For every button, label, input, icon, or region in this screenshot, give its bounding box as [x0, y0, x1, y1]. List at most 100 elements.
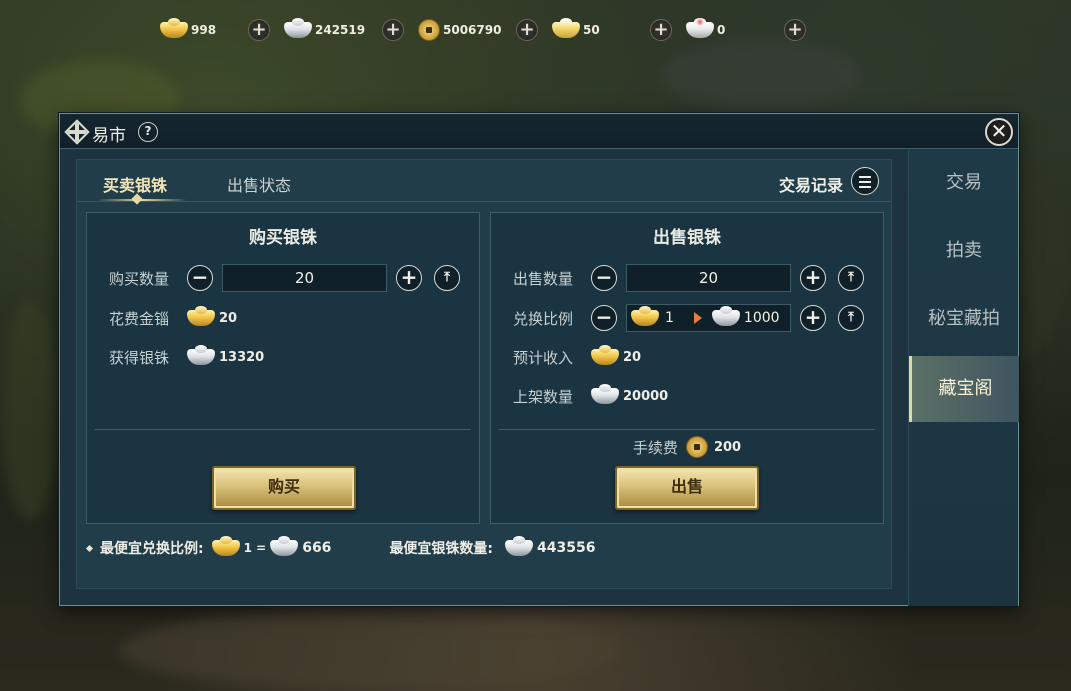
- top-tab-row: 买卖银铢 出售状态 交易记录: [77, 160, 891, 205]
- currency-copper-coin: 5006790 +: [418, 14, 546, 46]
- special-ingot-amount: 0: [717, 23, 726, 37]
- copper-coin-icon: [418, 19, 440, 41]
- sell-income-label: 预计收入: [513, 348, 574, 367]
- best-ratio-label: 最便宜兑换比例:: [100, 541, 204, 557]
- trade-log-link[interactable]: 交易记录: [779, 172, 843, 196]
- copper-coin-amount: 5006790: [443, 23, 502, 37]
- background-rock: [660, 40, 860, 110]
- sell-income-value-group: 20: [591, 345, 642, 365]
- sell-panel-divider: [499, 429, 875, 430]
- sell-panel-title: 出售银铢: [653, 228, 721, 248]
- add-special-ingot-button[interactable]: +: [784, 19, 806, 41]
- silver-ingot-icon: [505, 536, 534, 556]
- sell-ratio-row: 兑换比例 − 1 1000 + ⤒: [513, 303, 864, 333]
- gold-ingot-icon: [160, 18, 188, 38]
- gold-ingot-icon: [211, 536, 240, 556]
- market-window: 易市 ? ✕ 交易 拍卖 秘宝藏拍 藏宝阁 买卖银铢 出售状态 交易记录 购买银…: [59, 113, 1019, 606]
- trade-log-menu-icon[interactable]: [851, 167, 879, 195]
- buy-gain-value-group: 13320: [187, 345, 265, 365]
- window-title: 易市: [92, 126, 126, 146]
- silver-ingot-amount: 242519: [315, 23, 366, 37]
- add-gold-silver-ingot-button[interactable]: +: [650, 19, 672, 41]
- background-foliage-left: [0, 300, 60, 520]
- window-header: 易市 ? ✕: [60, 114, 1018, 149]
- buy-panel: 购买银铢 购买数量 − 20 + ⤒ 花费金锱 20 获得银铢 13320 购买: [86, 212, 480, 524]
- buy-button[interactable]: 购买: [212, 466, 356, 510]
- gold-silver-ingot-amount: 50: [583, 23, 600, 37]
- sell-income-value: 20: [623, 349, 642, 365]
- cheapest-qty-label: 最便宜银铢数量:: [389, 541, 494, 557]
- buy-gain-row: 获得银铢 13320: [109, 342, 264, 372]
- side-tab-bar: 交易 拍卖 秘宝藏拍 藏宝阁: [908, 150, 1019, 606]
- side-tab-trade[interactable]: 交易: [909, 150, 1019, 216]
- buy-quantity-row: 购买数量 − 20 + ⤒: [109, 263, 460, 293]
- sell-quantity-input[interactable]: 20: [626, 264, 791, 292]
- currency-special-ingot: 0 +: [686, 14, 814, 46]
- content-area: 买卖银铢 出售状态 交易记录 购买银铢 购买数量 − 20 + ⤒ 花费金锱 2…: [76, 159, 892, 589]
- buy-gain-label: 获得银铢: [109, 348, 170, 367]
- gold-ingot-icon: [631, 306, 659, 326]
- add-gold-ingot-button[interactable]: +: [248, 19, 270, 41]
- buy-gain-value: 13320: [219, 349, 265, 365]
- currency-gold-silver-ingot: 50 +: [552, 14, 680, 46]
- bullet-icon: [85, 544, 94, 552]
- best-ratio-gold: 1 =: [243, 541, 267, 555]
- silver-ingot-icon: [591, 384, 619, 404]
- silver-ingot-icon: [187, 345, 215, 365]
- buy-cost-row: 花费金锱 20: [109, 303, 237, 333]
- currency-gold-ingot: 998 +: [160, 14, 278, 46]
- side-tab-treasure-pavilion[interactable]: 藏宝阁: [909, 356, 1019, 422]
- add-silver-ingot-button[interactable]: +: [382, 19, 404, 41]
- sell-quantity-row: 出售数量 − 20 + ⤒: [513, 263, 864, 293]
- sell-quantity-label: 出售数量: [513, 269, 574, 288]
- buy-cost-label: 花费金锱: [109, 309, 170, 328]
- ratio-decrease-button[interactable]: −: [591, 305, 617, 331]
- buy-decrease-button[interactable]: −: [187, 265, 213, 291]
- side-tab-auction[interactable]: 拍卖: [909, 218, 1019, 284]
- help-icon[interactable]: ?: [138, 122, 158, 142]
- sell-ratio-label: 兑换比例: [513, 309, 574, 328]
- gold-ingot-icon: [591, 345, 619, 365]
- sell-listed-value: 20000: [623, 388, 669, 404]
- sell-panel: 出售银铢 出售数量 − 20 + ⤒ 兑换比例 − 1 1000 + ⤒ 预计收…: [490, 212, 884, 524]
- buy-quantity-input[interactable]: 20: [222, 264, 387, 292]
- close-button[interactable]: ✕: [985, 118, 1013, 146]
- ratio-max-button[interactable]: ⤒: [838, 305, 864, 331]
- tab-sale-status[interactable]: 出售状态: [227, 172, 291, 196]
- sell-listed-value-group: 20000: [591, 384, 669, 404]
- sell-decrease-button[interactable]: −: [591, 265, 617, 291]
- side-tab-treasure-auction[interactable]: 秘宝藏拍: [909, 286, 1019, 352]
- silver-ingot-icon: [711, 306, 740, 326]
- add-copper-coin-button[interactable]: +: [516, 19, 538, 41]
- footer-info: 最便宜兑换比例: 1 = 666 最便宜银铢数量: 443556: [85, 536, 596, 558]
- sell-listed-row: 上架数量 20000: [513, 381, 668, 411]
- sell-income-row: 预计收入 20: [513, 342, 641, 372]
- ratio-gold-value: 1: [665, 310, 674, 326]
- copper-coin-icon: [685, 436, 708, 458]
- market-knot-icon: [64, 119, 90, 145]
- currency-bar: 998 + 242519 + 5006790 + 50 + 0 +: [160, 14, 820, 46]
- tab-buy-sell-silver[interactable]: 买卖银铢: [103, 172, 167, 196]
- gold-silver-ingot-icon: [552, 18, 580, 38]
- silver-ingot-icon: [270, 536, 299, 556]
- buy-max-button[interactable]: ⤒: [434, 265, 460, 291]
- buy-cost-value-group: 20: [187, 306, 238, 326]
- ratio-increase-button[interactable]: +: [800, 305, 826, 331]
- special-ingot-icon: [686, 18, 714, 38]
- silver-ingot-icon: [284, 18, 312, 38]
- gold-ingot-amount: 998: [191, 23, 217, 37]
- ratio-silver-value: 1000: [743, 310, 780, 326]
- buy-quantity-label: 购买数量: [109, 269, 170, 288]
- buy-panel-title: 购买银铢: [249, 228, 317, 248]
- sell-button[interactable]: 出售: [615, 466, 759, 510]
- background-ground: [120, 610, 620, 690]
- sell-max-button[interactable]: ⤒: [838, 265, 864, 291]
- ratio-input[interactable]: 1 1000: [626, 304, 791, 332]
- cheapest-qty-value: 443556: [537, 540, 596, 556]
- buy-cost-value: 20: [219, 310, 238, 326]
- gold-ingot-icon: [187, 306, 215, 326]
- fee-label: 手续费: [632, 438, 678, 457]
- arrow-right-icon: [693, 312, 702, 324]
- sell-increase-button[interactable]: +: [800, 265, 826, 291]
- buy-increase-button[interactable]: +: [396, 265, 422, 291]
